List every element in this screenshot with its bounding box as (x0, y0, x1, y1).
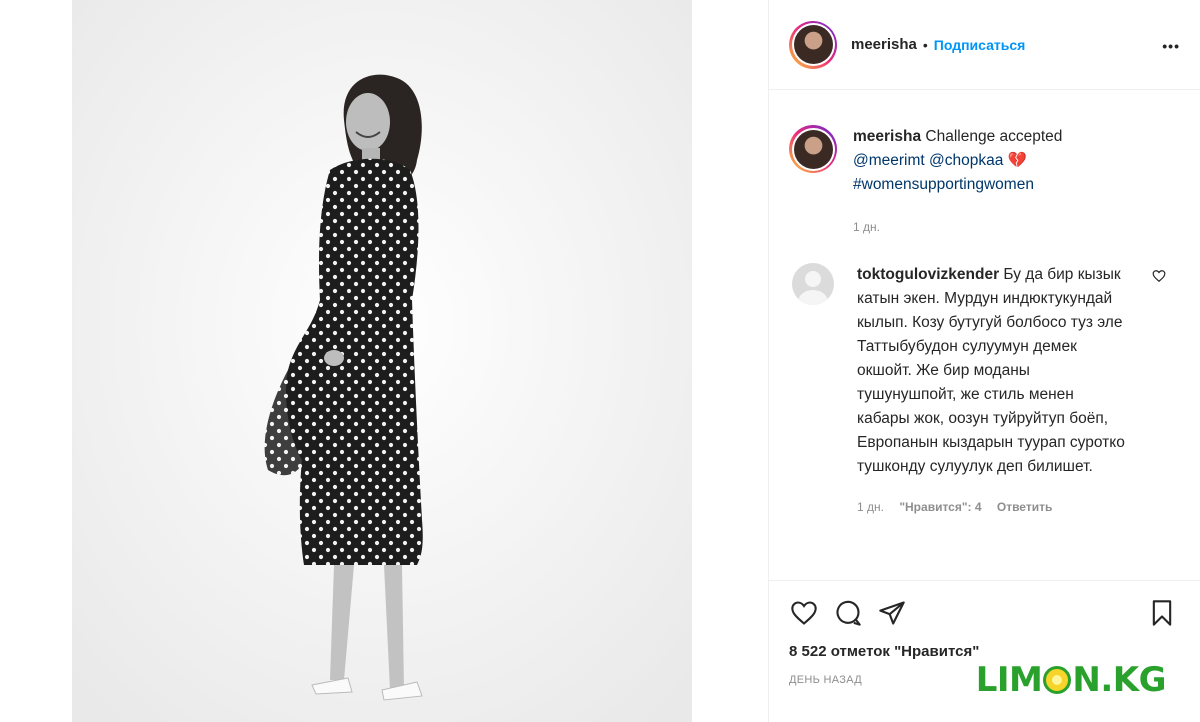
follow-button[interactable]: Подписаться (934, 37, 1026, 53)
caption-avatar[interactable] (789, 125, 837, 173)
caption-username[interactable]: meerisha (853, 128, 921, 145)
lemon-icon (1043, 666, 1072, 694)
caption-body: meerisha Challenge accepted @meerimt @ch… (853, 125, 1062, 239)
broken-heart-emoji: 💔 (1007, 152, 1027, 169)
author-avatar[interactable] (789, 20, 837, 69)
commenter-avatar[interactable] (792, 263, 834, 305)
paper-plane-icon[interactable] (877, 599, 907, 627)
header-separator: • (922, 36, 928, 53)
comments-list[interactable]: meerisha Challenge accepted @meerimt @ch… (769, 91, 1200, 579)
post-sidebar: meerisha • Подписаться ••• meerisha Chal… (768, 0, 1200, 722)
comment-likes[interactable]: "Нравится": 4 (899, 500, 981, 514)
comment-username[interactable]: toktogulovizkender (857, 266, 999, 283)
comment-item: toktogulovizkender Бу да бир кызык катын… (769, 239, 1200, 519)
caption: meerisha Challenge accepted @meerimt @ch… (769, 91, 1200, 239)
comment-text: Бу да бир кызык катын экен. Мурдун индюк… (857, 266, 1125, 475)
photo-illustration (72, 0, 692, 722)
action-bar (789, 597, 1180, 629)
heart-icon[interactable] (789, 599, 819, 627)
watermark-right: N.KG (1072, 660, 1166, 700)
post-photo[interactable] (72, 0, 692, 722)
comment-time[interactable]: 1 дн. (857, 500, 884, 514)
caption-time[interactable]: 1 дн. (853, 220, 880, 234)
caption-text: Challenge accepted (921, 128, 1063, 145)
mention-link[interactable]: @meerimt (853, 152, 925, 169)
comment-heart-icon[interactable] (1152, 269, 1166, 288)
comment-icon[interactable] (833, 599, 863, 627)
reply-button[interactable]: Ответить (997, 500, 1052, 514)
site-watermark-logo: LIM N.KG (975, 660, 1167, 700)
more-dots-icon[interactable]: ••• (1162, 38, 1180, 54)
author-username[interactable]: meerisha (851, 36, 917, 53)
hashtag-link[interactable]: #womensupportingwomen (853, 176, 1034, 193)
likes-count[interactable]: 8 522 отметок "Нравится" (789, 643, 1180, 660)
bookmark-icon[interactable] (1148, 598, 1176, 628)
comment-body: toktogulovizkender Бу да бир кызык катын… (857, 263, 1127, 519)
watermark-left: LIM (975, 660, 1043, 700)
post-header: meerisha • Подписаться ••• (769, 0, 1200, 90)
mention-link[interactable]: @chopkaa (929, 152, 1003, 169)
